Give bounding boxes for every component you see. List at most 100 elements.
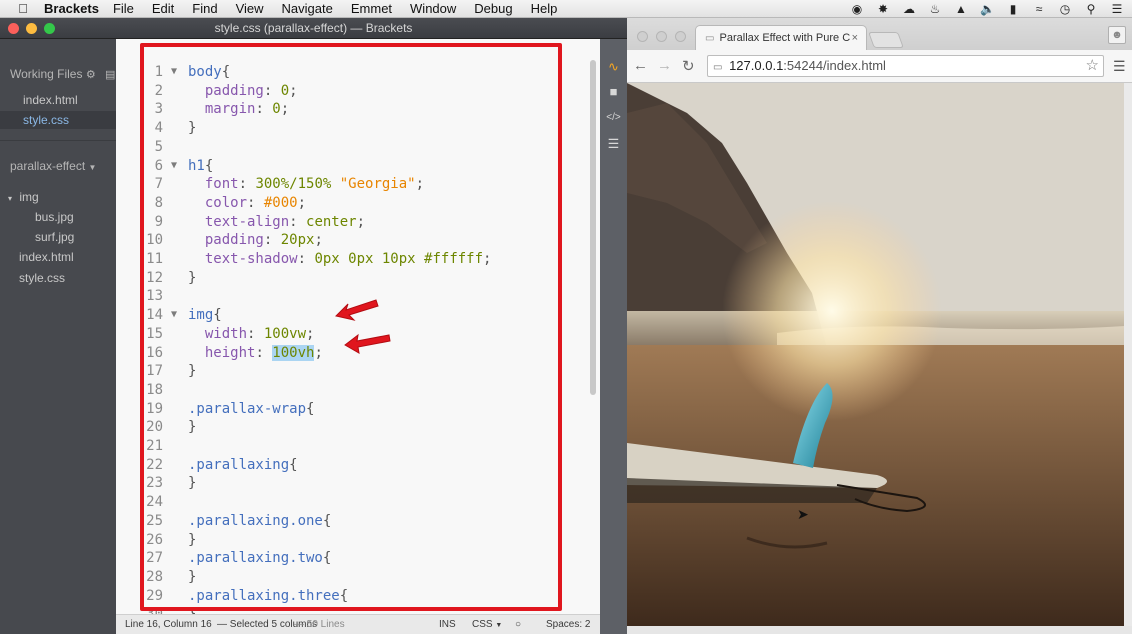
line-number: 23 <box>146 475 163 492</box>
battery-icon[interactable]: ▮ <box>1006 2 1020 16</box>
split-view-icon[interactable]: ▤ <box>105 69 115 81</box>
cursor-position[interactable]: Line 16, Column 16 <box>125 615 212 634</box>
mouse-cursor-icon: ➤ <box>797 506 809 522</box>
code-line[interactable]: 18 <box>141 381 558 400</box>
code-line[interactable]: 6 ▼ h1{ <box>141 157 558 176</box>
tree-file-item[interactable]: style.css <box>19 269 65 287</box>
working-file-item-active[interactable]: style.css <box>0 111 116 129</box>
insert-mode-indicator[interactable]: INS <box>439 615 456 634</box>
code-line[interactable]: 20} <box>141 418 558 437</box>
status-menu-area: ◉ ✸ ☁ ♨ ▲ 🔈 ▮ ≈ ◷ ⚲ ☰ <box>850 0 1124 18</box>
browser-horizontal-scrollbar[interactable] <box>627 626 1132 634</box>
browser-tab[interactable]: ▭ Parallax Effect with Pure C × <box>695 25 867 51</box>
code-fold-icon[interactable]: ▼ <box>171 306 177 325</box>
code-line[interactable]: 4} <box>141 119 558 138</box>
page-info-icon[interactable]: ▭ <box>713 62 722 73</box>
profile-icon[interactable]: ☻ <box>1108 26 1126 44</box>
menu-file[interactable]: File <box>113 1 134 16</box>
language-select[interactable]: CSS ▼ <box>472 615 502 634</box>
code-line[interactable]: 2 padding: 0; <box>141 82 558 101</box>
minimize-window-button[interactable] <box>26 23 37 34</box>
code-line[interactable]: 27 .parallaxing.two{ <box>141 549 558 568</box>
tree-file-item[interactable]: surf.jpg <box>35 228 74 246</box>
clock-icon[interactable]: ◷ <box>1058 2 1072 16</box>
code-line[interactable]: 19 .parallax-wrap{ <box>141 400 558 419</box>
bookmark-star-icon[interactable]: ☆ <box>1086 56 1099 76</box>
code-line[interactable]: 28} <box>141 568 558 587</box>
close-window-button[interactable] <box>637 31 648 42</box>
chrome-menu-icon[interactable]: ☰ <box>1113 58 1126 75</box>
code-line[interactable]: 8 color: #000; <box>141 194 558 213</box>
record-icon[interactable]: ◉ <box>850 2 864 16</box>
zoom-window-button[interactable] <box>44 23 55 34</box>
menu-help[interactable]: Help <box>531 1 558 16</box>
menu-view[interactable]: View <box>236 1 264 16</box>
tree-file-item[interactable]: index.html <box>19 248 74 266</box>
apple-menu-icon[interactable]:  <box>12 1 34 16</box>
extension-manager-icon[interactable]: ■ <box>605 83 622 100</box>
url-host: 127.0.0.1 <box>729 58 784 73</box>
code-text: img{ <box>188 307 222 324</box>
volume-icon[interactable]: 🔈 <box>980 2 995 16</box>
close-tab-icon[interactable]: × <box>852 26 858 50</box>
forward-arrow-icon[interactable]: → <box>657 57 672 74</box>
menu-navigate[interactable]: Navigate <box>282 1 333 16</box>
wifi-icon[interactable]: ≈ <box>1032 2 1046 16</box>
code-line[interactable]: 25 .parallaxing.one{ <box>141 512 558 531</box>
code-line[interactable]: 22 .parallaxing{ <box>141 456 558 475</box>
notification-icon[interactable]: ♨ <box>928 2 942 16</box>
project-dropdown[interactable]: parallax-effect ▼ <box>10 157 96 175</box>
address-bar[interactable]: ▭ 127.0.0.1:54244/index.html ☆ <box>707 55 1104 77</box>
working-file-item[interactable]: index.html <box>23 91 78 109</box>
reload-icon[interactable]: ↻ <box>682 57 695 75</box>
menu-emmet[interactable]: Emmet <box>351 1 392 16</box>
code-line[interactable]: 12} <box>141 269 558 288</box>
code-line[interactable]: 26} <box>141 531 558 550</box>
live-preview-icon[interactable]: ∿ <box>605 58 622 75</box>
linter-status-icon[interactable]: ○ <box>515 615 521 634</box>
code-line[interactable]: 29 .parallaxing.three{ <box>141 587 558 606</box>
folder-item-img[interactable]: ▾ img <box>8 188 39 206</box>
bluetooth-alt-icon[interactable]: ✸ <box>876 2 890 16</box>
menu-find[interactable]: Find <box>192 1 217 16</box>
code-line[interactable]: 24 <box>141 493 558 512</box>
layers-icon[interactable]: ☰ <box>605 135 622 152</box>
notification-center-icon[interactable]: ☰ <box>1110 2 1124 16</box>
indent-setting[interactable]: Spaces: 2 <box>546 615 590 634</box>
menu-window[interactable]: Window <box>410 1 456 16</box>
menu-edit[interactable]: Edit <box>152 1 174 16</box>
editor-scrollbar[interactable] <box>590 60 596 395</box>
code-line[interactable]: 10 padding: 20px; <box>141 231 558 250</box>
new-tab-button[interactable] <box>868 32 904 48</box>
code-line[interactable]: 23} <box>141 474 558 493</box>
navigation-bar: ← → ↻ ▭ 127.0.0.1:54244/index.html ☆ ☰ <box>627 50 1132 83</box>
minimize-window-button[interactable] <box>656 31 667 42</box>
code-line[interactable]: 3 margin: 0; <box>141 100 558 119</box>
code-line[interactable]: 9 text-align: center; <box>141 213 558 232</box>
line-count: — 50 Lines <box>294 619 345 630</box>
code-line[interactable]: 5 <box>141 138 558 157</box>
code-fold-icon[interactable]: ▼ <box>171 63 177 82</box>
close-window-button[interactable] <box>8 23 19 34</box>
drive-icon[interactable]: ▲ <box>954 2 968 16</box>
code-line[interactable]: 7 font: 300%/150% "Georgia"; <box>141 175 558 194</box>
menu-debug[interactable]: Debug <box>474 1 512 16</box>
code-line[interactable]: 17} <box>141 362 558 381</box>
line-number: 15 <box>146 325 163 342</box>
back-arrow-icon[interactable]: ← <box>633 57 648 74</box>
code-line[interactable]: 1 ▼ body{ <box>141 63 558 82</box>
line-number: 4 <box>154 120 163 137</box>
line-number: 24 <box>146 494 163 511</box>
zoom-window-button[interactable] <box>675 31 686 42</box>
code-fold-icon[interactable]: ▼ <box>171 157 177 176</box>
cloud-icon[interactable]: ☁ <box>902 2 916 16</box>
code-text: } <box>188 120 197 137</box>
code-line[interactable]: 11 text-shadow: 0px 0px 10px #ffffff; <box>141 250 558 269</box>
code-line[interactable]: 21 <box>141 437 558 456</box>
spotlight-search-icon[interactable]: ⚲ <box>1084 2 1098 16</box>
browser-vertical-scrollbar[interactable] <box>1124 83 1132 626</box>
code-tag-icon[interactable]: </> <box>605 109 622 126</box>
tree-file-item[interactable]: bus.jpg <box>35 208 74 226</box>
gear-icon[interactable]: ⚙ <box>86 69 96 81</box>
app-menu[interactable]: Brackets <box>44 1 99 16</box>
